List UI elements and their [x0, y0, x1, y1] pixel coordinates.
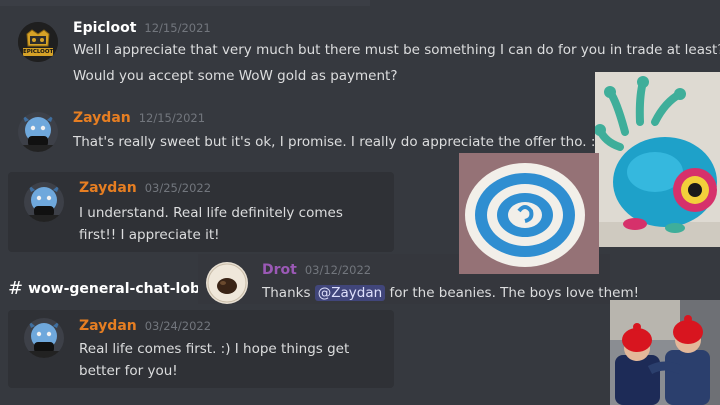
zaydan-2-username[interactable]: Zaydan	[79, 180, 137, 196]
drot-text-after: for the beanies. The boys love them!	[385, 285, 640, 301]
drot-header: Drot 03/12/2022	[262, 262, 371, 278]
kids-beanies-image[interactable]	[610, 300, 720, 405]
zaydan-1-timestamp: 12/15/2021	[138, 111, 206, 125]
zaydan-3-timestamp: 03/24/2022	[144, 319, 212, 333]
zaydan-3-message-line-2: better for you!	[79, 363, 178, 379]
zaydan-avatar-image	[24, 182, 64, 222]
zaydan-avatar-image	[18, 112, 58, 152]
drot-avatar-image	[206, 262, 248, 304]
zaydan-1-header: Zaydan 12/15/2021	[73, 110, 205, 126]
zaydan-3-header: Zaydan 03/24/2022	[79, 318, 211, 334]
zaydan-avatar-image	[24, 318, 64, 358]
crochet-beholder-image[interactable]	[595, 72, 720, 247]
zaydan-avatar-3[interactable]	[24, 318, 64, 358]
channel-label[interactable]: # wow-general-chat-lobby	[8, 278, 219, 299]
epicloot-message-line-2: Would you accept some WoW gold as paymen…	[73, 68, 398, 84]
drot-text-before: Thanks	[262, 285, 315, 301]
zaydan-avatar-2[interactable]	[24, 182, 64, 222]
kids-beanies-photo	[610, 300, 720, 405]
zaydan-avatar-1[interactable]	[18, 112, 58, 152]
epicloot-logo	[18, 22, 58, 62]
epicloot-logo-text: EPICLOOT	[23, 49, 54, 55]
epicloot-header: Epicloot 12/15/2021	[73, 20, 211, 36]
crochet-beholder-photo	[595, 72, 720, 247]
drot-avatar[interactable]	[206, 262, 248, 304]
crochet-coaster-photo	[459, 153, 599, 274]
epicloot-avatar[interactable]: EPICLOOT	[18, 22, 58, 62]
drot-username[interactable]: Drot	[262, 262, 297, 278]
zaydan-3-message-line-1: Real life comes first. :) I hope things …	[79, 341, 350, 357]
top-strip	[0, 0, 370, 6]
zaydan-2-message-line-2: first!! I appreciate it!	[79, 227, 220, 243]
zaydan-2-message-line-1: I understand. Real life definitely comes	[79, 205, 343, 221]
channel-name[interactable]: wow-general-chat-lobby	[28, 281, 219, 297]
zaydan-3-username[interactable]: Zaydan	[79, 318, 137, 334]
epicloot-timestamp: 12/15/2021	[144, 21, 211, 35]
drot-timestamp: 03/12/2022	[304, 263, 372, 277]
drot-message-line: Thanks @Zaydan for the beanies. The boys…	[262, 282, 639, 304]
epicloot-message-line-1: Well I appreciate that very much but the…	[73, 42, 720, 58]
epicloot-username[interactable]: Epicloot	[73, 20, 136, 36]
zaydan-2-header: Zaydan 03/25/2022	[79, 180, 211, 196]
zaydan-1-message-line-1: That's really sweet but it's ok, I promi…	[73, 134, 601, 150]
channel-hash-icon: #	[8, 278, 24, 299]
zaydan-mention[interactable]: @Zaydan	[314, 285, 386, 301]
crochet-coaster-image[interactable]	[459, 153, 599, 274]
zaydan-2-timestamp: 03/25/2022	[144, 181, 212, 195]
zaydan-1-username[interactable]: Zaydan	[73, 110, 131, 126]
